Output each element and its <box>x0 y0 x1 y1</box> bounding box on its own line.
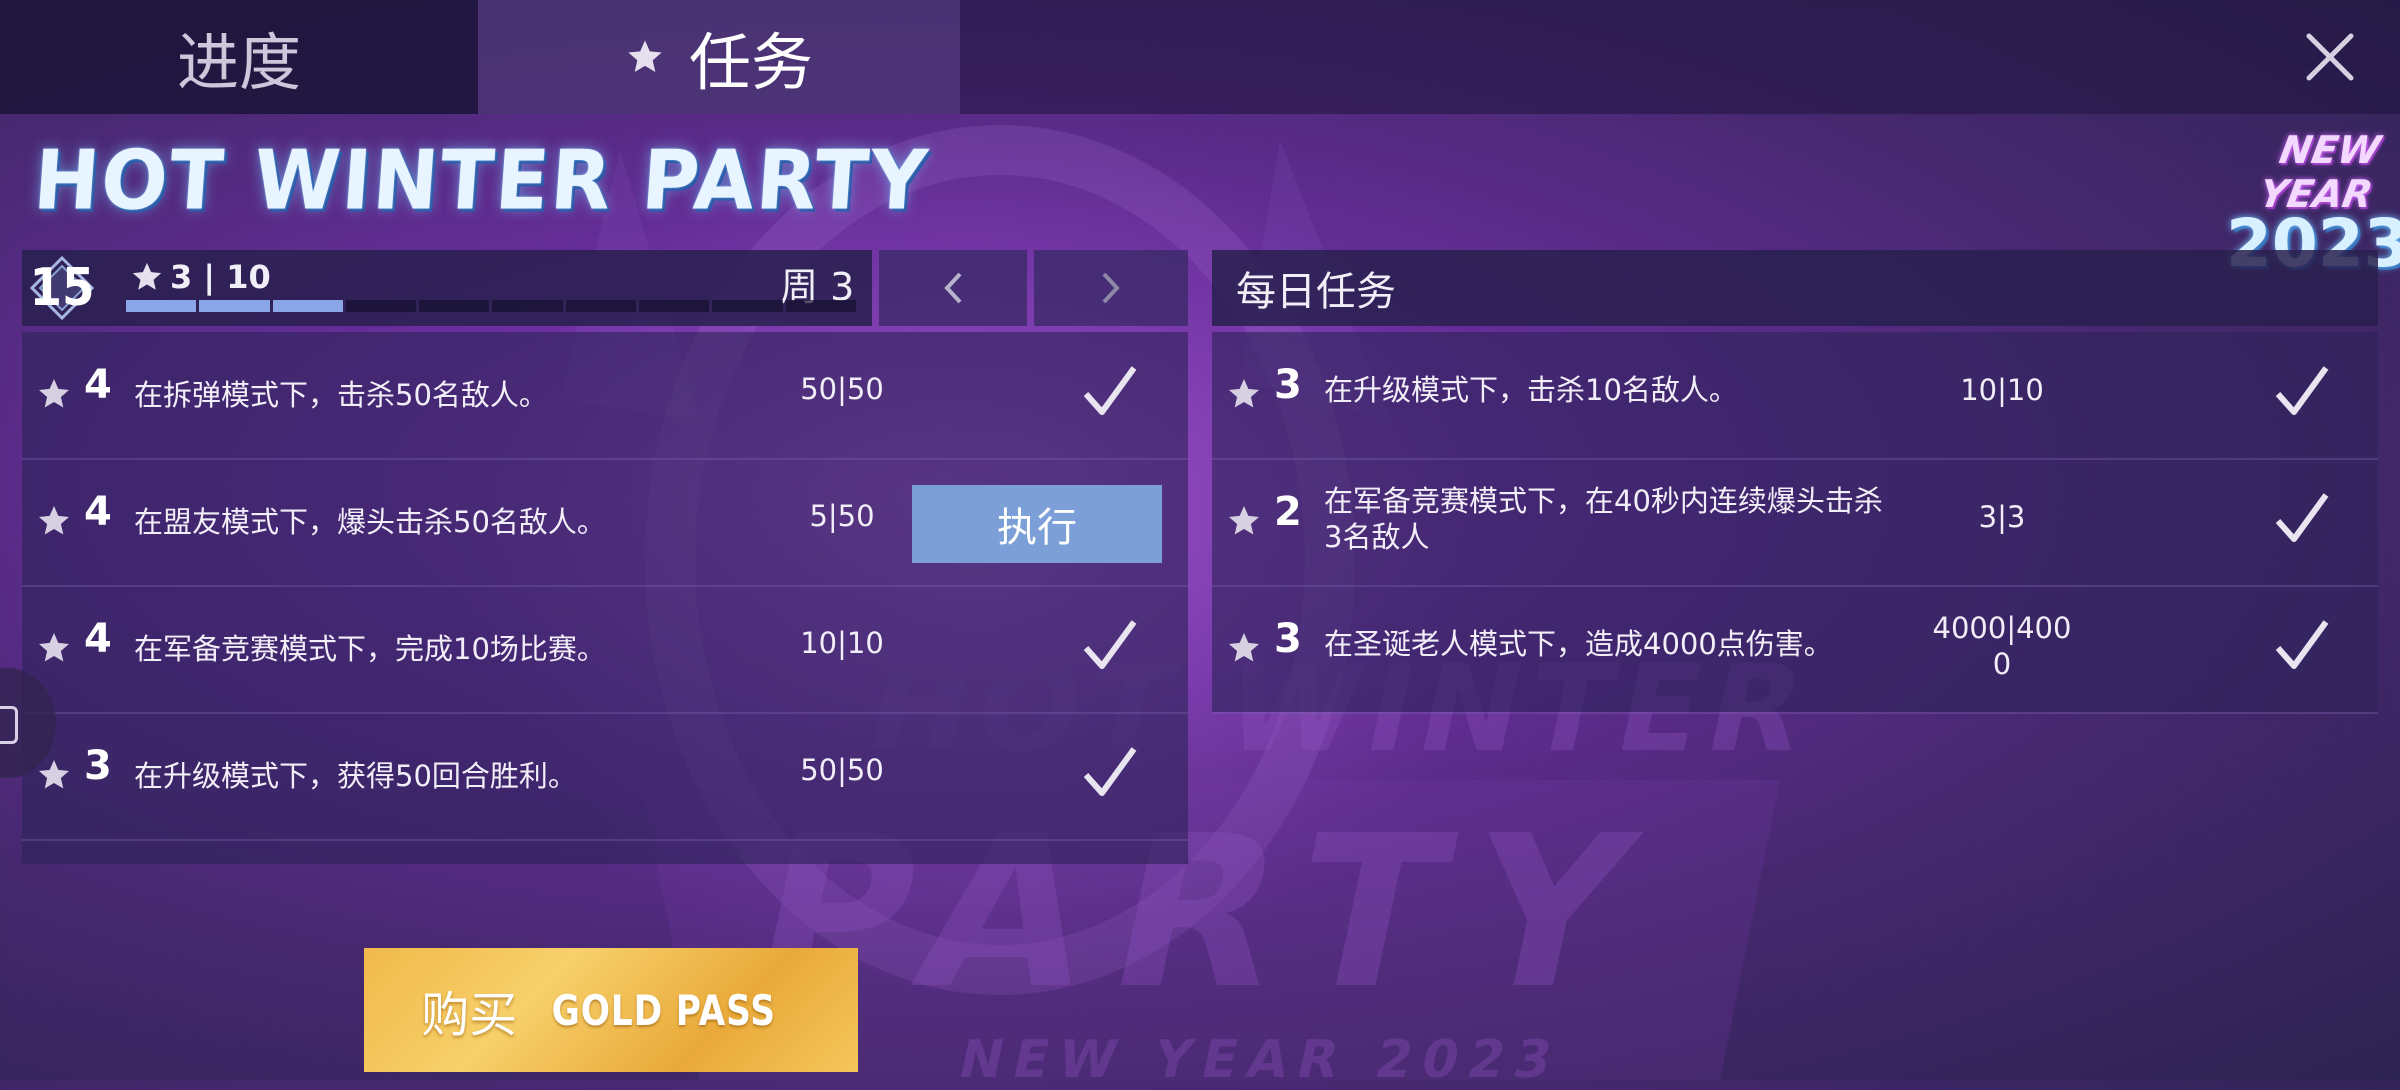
close-button[interactable] <box>2290 22 2370 92</box>
star-icon <box>39 633 69 662</box>
progress-segment <box>785 300 856 312</box>
task-points: 4 <box>84 362 112 408</box>
checkmark-icon <box>2275 620 2329 669</box>
task-count: 50|50 <box>800 753 884 787</box>
task-points: 3 <box>84 743 112 789</box>
watermark-new-year: NEW YEAR 2023 <box>953 1030 1568 1090</box>
task-points: 2 <box>1274 489 1302 535</box>
daily-task-header: 每日任务 <box>1212 250 2378 326</box>
buy-button-prefix: 购买 <box>421 987 518 1043</box>
progress-segment <box>345 300 417 312</box>
task-description: 在升级模式下，击杀10名敌人。 <box>1324 373 1738 407</box>
tab-progress[interactable]: 进度 <box>0 0 478 114</box>
weekly-task-row: 4 在军备竞赛模式下，完成10场比赛。 10|10 <box>22 586 1188 714</box>
progress-segment <box>419 300 490 312</box>
drawer-icon <box>0 706 18 744</box>
progress-segment <box>492 300 563 312</box>
chevron-right-icon <box>1102 272 1120 304</box>
daily-task-row: 2 在军备竞赛模式下，在40秒内连续爆头击杀3名敌人 3|3 <box>1212 459 2378 587</box>
chevron-left-icon <box>944 272 962 304</box>
close-icon <box>2306 33 2354 81</box>
task-description: 在盟友模式下，爆头击杀50名敌人。 <box>134 505 606 539</box>
event-title: HOT WINTER PARTY <box>30 133 932 229</box>
level-progress-bar: 15 3 | 10 周 3 <box>22 250 872 326</box>
task-count: 10|10 <box>800 626 884 660</box>
weekly-task-row: 4 在拆弹模式下，击杀50名敌人。 50|50 <box>22 332 1188 460</box>
task-points: 3 <box>1274 616 1302 662</box>
checkmark-icon <box>2275 493 2329 542</box>
task-description: 在拆弹模式下，击杀50名敌人。 <box>134 378 548 412</box>
daily-task-row: 3 在升级模式下，击杀10名敌人。 10|10 <box>1212 332 2378 460</box>
buy-gold-pass-button[interactable]: 购买 GOLD PASS <box>364 948 858 1072</box>
task-count: 5|50 <box>809 499 875 533</box>
checkmark-icon <box>1083 620 1137 669</box>
new-year-logo: NEW YEAR 2023 <box>2226 128 2400 277</box>
level-progress-track <box>126 300 856 312</box>
star-icon <box>39 379 69 408</box>
daily-task-list: 3 在升级模式下，击杀10名敌人。 10|10 2 在军备竞赛模式下，在40秒内… <box>1212 332 2378 714</box>
task-count: 3|3 <box>1978 500 2026 534</box>
tab-tasks[interactable]: 任务 <box>478 0 960 114</box>
weekly-task-list: 4 在拆弹模式下，击杀50名敌人。 50|50 4 在盟友模式下，爆头击杀50名… <box>22 332 1188 864</box>
daily-task-row: 3 在圣诞老人模式下，造成4000点伤害。 4000|4000 <box>1212 586 2378 714</box>
checkmark-icon <box>2275 366 2329 415</box>
task-points: 3 <box>1274 362 1302 408</box>
level-stars-count: 3 | 10 <box>170 258 271 296</box>
weekly-task-row: 4 在盟友模式下，爆头击杀50名敌人。 5|50 执行 <box>22 459 1188 587</box>
tab-progress-label: 进度 <box>176 26 301 99</box>
task-count: 50|50 <box>800 372 884 406</box>
weekly-task-row: 3 在升级模式下，获得50回合胜利。 50|50 <box>22 713 1188 841</box>
task-description: 在军备竞赛模式下，在40秒内连续爆头击杀3名敌人 <box>1324 484 1883 554</box>
progress-segment <box>565 300 637 312</box>
star-icon <box>1229 379 1259 408</box>
progress-segment <box>199 300 270 312</box>
prev-week-button[interactable] <box>879 250 1027 326</box>
star-icon <box>628 40 662 72</box>
next-week-button[interactable] <box>1034 250 1188 326</box>
progress-segment <box>639 300 710 312</box>
tab-tasks-label: 任务 <box>688 26 813 99</box>
new-year-logo-top: NEW YEAR <box>2256 128 2384 216</box>
star-icon <box>132 262 162 290</box>
level-stars: 3 | 10 <box>130 258 271 296</box>
task-description: 在军备竞赛模式下，完成10场比赛。 <box>134 632 606 666</box>
weekly-task-panel: 15 3 | 10 周 3 4 在拆弹模式下，击杀50名敌人。 50|50 4 … <box>22 250 1188 864</box>
buy-button-product: GOLD PASS <box>551 985 777 1035</box>
star-icon <box>39 506 69 535</box>
task-description: 在升级模式下，获得50回合胜利。 <box>134 759 577 793</box>
star-icon <box>1229 506 1259 535</box>
level-number: 15 <box>29 258 95 318</box>
task-points: 4 <box>84 489 112 535</box>
checkmark-icon <box>1083 366 1137 415</box>
task-count: 4000|4000 <box>1932 611 2072 681</box>
progress-segment <box>712 300 783 312</box>
progress-segment <box>126 300 197 312</box>
checkmark-icon <box>1083 747 1137 796</box>
task-count: 10|10 <box>1960 373 2044 407</box>
task-points: 4 <box>84 616 112 662</box>
execute-button[interactable]: 执行 <box>912 485 1162 563</box>
task-description: 在圣诞老人模式下，造成4000点伤害。 <box>1324 627 1833 661</box>
star-icon <box>1229 633 1259 662</box>
progress-segment <box>272 300 343 312</box>
